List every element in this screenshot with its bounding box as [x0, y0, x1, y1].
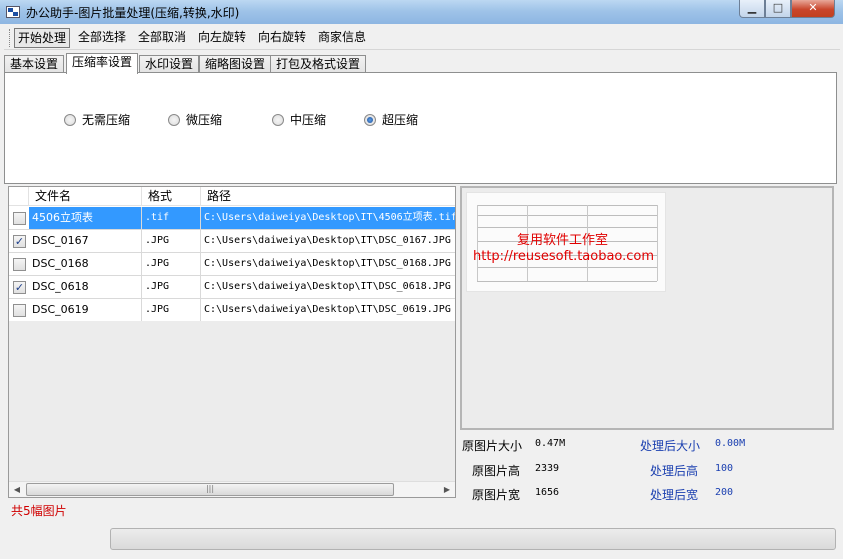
tab-basic-settings[interactable]: 基本设置: [4, 55, 65, 73]
rotate-right-button[interactable]: 向右旋转: [255, 28, 309, 48]
new-width-label: 处理后宽: [650, 488, 699, 502]
file-list[interactable]: 文件名 格式 路径 4506立项表 .tif C:\Users\daiweiya…: [8, 186, 456, 498]
new-width-value: 200: [715, 487, 734, 498]
radio-dot[interactable]: [272, 113, 284, 126]
radio-dot[interactable]: [168, 113, 180, 126]
cell-path: C:\Users\daiweiya\Desktop\IT\DSC_0619.JP…: [204, 304, 451, 315]
radio-light-compression[interactable]: 微压缩: [168, 111, 222, 128]
tab-package-format-settings[interactable]: 打包及格式设置: [270, 55, 367, 73]
cell-path: C:\Users\daiweiya\Desktop\IT\DSC_0167.JP…: [204, 235, 451, 246]
title-bar: 办公助手-图片批量处理(压缩,转换,水印) ▁ □ ✕: [0, 0, 843, 24]
cell-format: .tif: [142, 207, 201, 229]
scrollbar-thumb[interactable]: |||: [26, 483, 394, 496]
rotate-left-button[interactable]: 向左旋转: [195, 28, 249, 48]
tab-thumbnail-settings[interactable]: 缩略图设置: [199, 55, 272, 73]
horizontal-scrollbar[interactable]: ◀ ||| ▶: [9, 481, 455, 497]
tab-watermark-settings[interactable]: 水印设置: [139, 55, 200, 73]
new-height-value: 100: [715, 463, 734, 474]
scroll-right-icon[interactable]: ▶: [439, 482, 455, 497]
orig-width-label: 原图片宽: [472, 488, 521, 502]
merchant-info-button[interactable]: 商家信息: [315, 28, 369, 48]
maximize-button[interactable]: □: [765, 0, 791, 18]
table-row[interactable]: ✓ DSC_0167 .JPG C:\Users\daiweiya\Deskto…: [9, 230, 455, 253]
orig-width-value: 1656: [535, 487, 560, 498]
radio-dot[interactable]: [64, 113, 76, 126]
preview-thumbnail: 复用软件工作室 http://reusesoft.taobao.com: [466, 192, 666, 292]
cell-format: .JPG: [142, 230, 201, 252]
app-icon: [6, 6, 20, 18]
cell-path: C:\Users\daiweiya\Desktop\IT\4506立项表.tif: [201, 207, 455, 229]
compression-panel: 无需压缩 微压缩 中压缩 超压缩: [4, 72, 837, 184]
close-button[interactable]: ✕: [791, 0, 835, 18]
row-checkbox[interactable]: [13, 304, 26, 317]
file-list-header: 文件名 格式 路径: [9, 187, 455, 206]
window-title: 办公助手-图片批量处理(压缩,转换,水印): [26, 6, 240, 20]
start-processing-button[interactable]: 开始处理: [14, 28, 71, 48]
radio-super-compression[interactable]: 超压缩: [364, 111, 418, 128]
orig-size-label: 原图片大小: [462, 439, 523, 453]
cell-path: C:\Users\daiweiya\Desktop\IT\DSC_0168.JP…: [204, 258, 451, 269]
orig-height-value: 2339: [535, 463, 560, 474]
row-checkbox[interactable]: [13, 212, 26, 225]
tab-compression-settings[interactable]: 压缩率设置: [66, 53, 139, 74]
file-list-empty-area: [9, 321, 455, 481]
toolbar-grip[interactable]: [9, 29, 12, 47]
new-size-label: 处理后大小: [640, 439, 701, 453]
new-size-value: 0.00M: [715, 438, 746, 449]
row-checkbox[interactable]: [13, 258, 26, 271]
header-checkbox-column: [9, 187, 29, 206]
cell-format: .JPG: [142, 299, 201, 321]
cell-filename: 4506立项表: [29, 207, 142, 229]
cell-format: .JPG: [142, 276, 201, 298]
table-row[interactable]: ✓ DSC_0618 .JPG C:\Users\daiweiya\Deskto…: [9, 276, 455, 299]
cell-filename: DSC_0168: [29, 253, 142, 275]
table-row[interactable]: DSC_0168 .JPG C:\Users\daiweiya\Desktop\…: [9, 253, 455, 276]
orig-height-label: 原图片高: [472, 464, 521, 478]
row-checkbox-checked[interactable]: ✓: [13, 235, 26, 248]
cell-filename: DSC_0167: [29, 230, 142, 252]
minimize-button[interactable]: ▁: [739, 0, 765, 18]
progress-bar: [110, 528, 836, 550]
cell-format: .JPG: [142, 253, 201, 275]
radio-dot-selected[interactable]: [364, 113, 376, 126]
select-all-button[interactable]: 全部选择: [75, 28, 129, 48]
image-count: 共5幅图片: [11, 504, 67, 518]
image-preview: 复用软件工作室 http://reusesoft.taobao.com: [460, 186, 834, 430]
header-format[interactable]: 格式: [142, 187, 201, 206]
deselect-all-button[interactable]: 全部取消: [135, 28, 189, 48]
watermark-text: 复用软件工作室: [517, 233, 609, 248]
scroll-left-icon[interactable]: ◀: [9, 482, 25, 497]
radio-label: 微压缩: [186, 113, 223, 127]
radio-no-compression[interactable]: 无需压缩: [64, 111, 130, 128]
radio-label: 超压缩: [382, 113, 419, 127]
cell-filename: DSC_0618: [29, 276, 142, 298]
header-filename[interactable]: 文件名: [29, 187, 142, 206]
watermark-url: http://reusesoft.taobao.com: [473, 249, 655, 264]
new-height-label: 处理后高: [650, 464, 699, 478]
orig-size-value: 0.47M: [535, 438, 566, 449]
table-row[interactable]: DSC_0619 .JPG C:\Users\daiweiya\Desktop\…: [9, 299, 455, 322]
toolbar: 开始处理 全部选择 全部取消 向左旋转 向右旋转 商家信息: [4, 26, 840, 50]
radio-medium-compression[interactable]: 中压缩: [272, 111, 326, 128]
row-checkbox-checked[interactable]: ✓: [13, 281, 26, 294]
header-path[interactable]: 路径: [201, 187, 455, 206]
cell-path: C:\Users\daiweiya\Desktop\IT\DSC_0618.JP…: [204, 281, 451, 292]
radio-label: 无需压缩: [82, 113, 131, 127]
table-row[interactable]: 4506立项表 .tif C:\Users\daiweiya\Desktop\I…: [9, 207, 455, 230]
radio-label: 中压缩: [290, 113, 327, 127]
cell-filename: DSC_0619: [29, 299, 142, 321]
